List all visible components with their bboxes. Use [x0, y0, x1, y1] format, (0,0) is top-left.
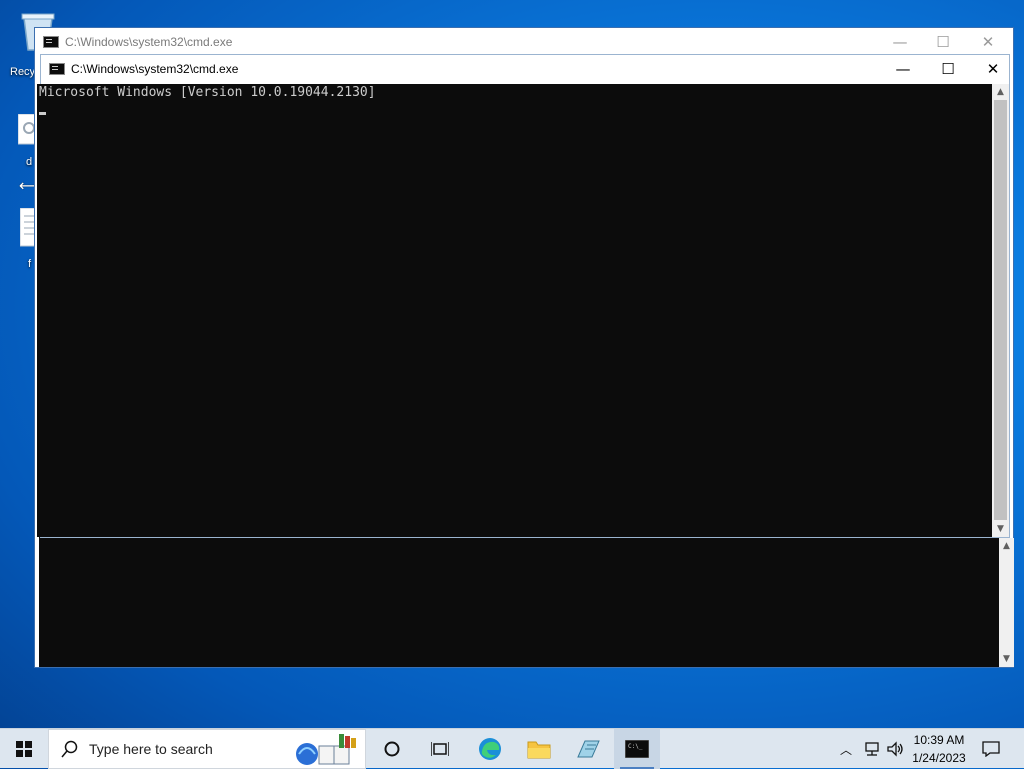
cortana-button[interactable]	[370, 729, 414, 769]
cmd-icon	[49, 63, 65, 75]
close-button[interactable]: ✕	[970, 55, 1016, 83]
clock-date: 1/24/2023	[912, 751, 966, 765]
cortana-circle-icon	[384, 741, 400, 757]
cmd-window-active[interactable]: C:\Windows\system32\cmd.exe — ☐ ✕ Micros…	[37, 54, 1010, 538]
search-box[interactable]: Type here to search	[48, 729, 366, 769]
taskbar: Type here to search C:\_ ︿ 10:39 AM 1/24…	[0, 728, 1024, 769]
cmd-taskbar-button[interactable]: C:\_	[614, 729, 660, 769]
window-title: C:\Windows\system32\cmd.exe	[65, 35, 233, 49]
search-placeholder: Type here to search	[89, 741, 213, 757]
edge-taskbar-button[interactable]	[468, 729, 512, 769]
maximize-button[interactable]: ☐	[925, 55, 971, 83]
scroll-down-arrow[interactable]: ▼	[992, 521, 1009, 537]
search-highlight-books-icon	[296, 734, 356, 765]
scrollbar[interactable]: ▲ ▼	[992, 84, 1009, 537]
system-clock[interactable]: 10:39 AM 1/24/2023	[908, 731, 970, 767]
desktop-icon-3-label: f	[28, 258, 32, 270]
chevron-up-icon: ︿	[839, 742, 852, 757]
console-output: Microsoft Windows [Version 10.0.19044.21…	[39, 85, 376, 100]
scroll-thumb[interactable]	[994, 100, 1007, 520]
title-bar[interactable]: C:\Windows\system32\cmd.exe — ☐ ✕	[41, 55, 1009, 83]
windows-logo-icon	[16, 741, 32, 757]
console-area[interactable]	[39, 536, 999, 667]
task-view-icon	[431, 742, 449, 756]
app-taskbar-button[interactable]	[566, 729, 610, 769]
clock-time: 10:39 AM	[913, 733, 965, 747]
network-button[interactable]	[860, 729, 884, 769]
scrollbar[interactable]: ▲ ▼	[999, 538, 1014, 667]
close-button[interactable]: ✕	[965, 28, 1011, 56]
speaker-icon	[887, 741, 903, 757]
scroll-up-arrow[interactable]: ▲	[999, 538, 1014, 554]
minimize-button[interactable]: —	[880, 55, 926, 83]
folder-icon	[527, 741, 551, 759]
maximize-button[interactable]: ☐	[920, 28, 966, 56]
text-cursor	[39, 112, 46, 115]
title-bar[interactable]: C:\Windows\system32\cmd.exe — ☐ ✕	[35, 28, 1013, 56]
recycle-bin-label: Recy	[10, 66, 36, 78]
volume-button[interactable]	[884, 729, 906, 769]
show-hidden-icons-button[interactable]: ︿	[836, 729, 856, 769]
scroll-up-arrow[interactable]: ▲	[992, 84, 1009, 100]
svg-text:C:\_: C:\_	[628, 743, 643, 750]
network-icon	[865, 742, 879, 756]
file-explorer-taskbar-button[interactable]	[517, 729, 561, 769]
cmd-icon	[43, 36, 59, 48]
desktop-icon-2-label: d	[26, 156, 33, 168]
command-prompt-icon: C:\_	[625, 740, 649, 758]
task-view-button[interactable]	[418, 729, 462, 769]
notification-icon	[982, 741, 1000, 757]
start-button[interactable]	[0, 729, 48, 769]
console-area[interactable]: Microsoft Windows [Version 10.0.19044.21…	[37, 84, 992, 537]
search-icon	[61, 740, 78, 758]
notification-center-button[interactable]	[976, 729, 1006, 769]
edge-browser-icon	[479, 738, 501, 760]
notepad-app-icon	[577, 740, 600, 758]
minimize-button[interactable]: —	[877, 28, 923, 56]
scroll-down-arrow[interactable]: ▼	[999, 651, 1014, 667]
window-title: C:\Windows\system32\cmd.exe	[71, 62, 239, 76]
